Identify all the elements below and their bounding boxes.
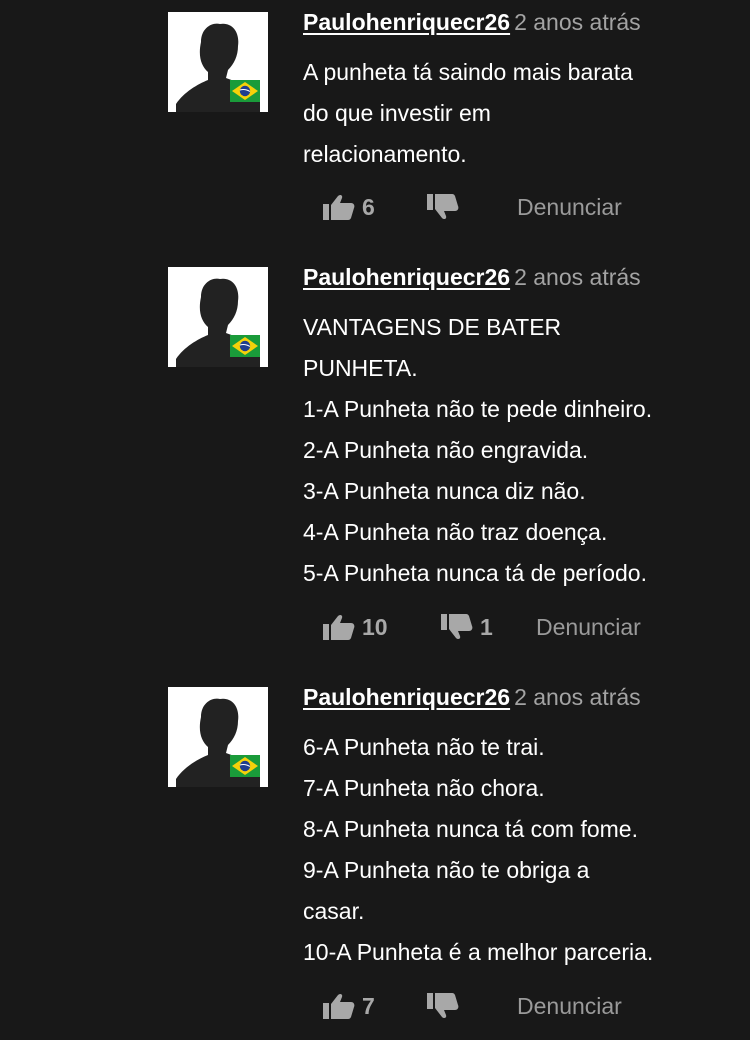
timestamp: 2 anos atrás [514, 264, 641, 290]
thumbs-down-icon [441, 614, 473, 640]
username-link[interactable]: Paulohenriquecr26 [303, 264, 510, 290]
like-count: 7 [362, 992, 375, 1019]
comment-line: 7-A Punheta não chora. [303, 775, 545, 801]
comment-line: A punheta tá saindo mais barata [303, 59, 633, 85]
like-button[interactable]: 7 [322, 991, 375, 1021]
comment-text: 6-A Punheta não te trai. 7-A Punheta não… [303, 727, 743, 973]
comment-header: Paulohenriquecr26 2 anos atrás [303, 683, 641, 711]
username-link[interactable]: Paulohenriquecr26 [303, 684, 510, 710]
like-count: 6 [362, 193, 375, 220]
dislike-count: 1 [480, 613, 493, 640]
like-button[interactable]: 10 [322, 612, 388, 642]
comment-line: relacionamento. [303, 141, 467, 167]
comment-line: 4-A Punheta não traz doença. [303, 519, 608, 545]
comment-line: 6-A Punheta não te trai. [303, 734, 545, 760]
report-button[interactable]: Denunciar [517, 991, 622, 1021]
comment-text: A punheta tá saindo mais barata do que i… [303, 52, 743, 175]
comment-line: casar. [303, 898, 365, 924]
comment-line: 10-A Punheta é a melhor parceria. [303, 939, 654, 965]
brazil-flag-icon [230, 755, 260, 777]
comment-line: PUNHETA. [303, 355, 418, 381]
brazil-flag-icon [230, 335, 260, 357]
username-link[interactable]: Paulohenriquecr26 [303, 9, 510, 35]
avatar[interactable] [168, 12, 268, 112]
dislike-button[interactable] [426, 192, 466, 222]
comment-line: VANTAGENS DE BATER [303, 314, 562, 340]
report-button[interactable]: Denunciar [517, 192, 622, 222]
timestamp: 2 anos atrás [514, 9, 641, 35]
comment-text: VANTAGENS DE BATER PUNHETA. 1-A Punheta … [303, 307, 743, 594]
thumbs-up-icon [323, 993, 355, 1019]
comment-header: Paulohenriquecr26 2 anos atrás [303, 263, 641, 291]
report-button[interactable]: Denunciar [536, 612, 641, 642]
dislike-button[interactable]: 1 [440, 612, 493, 642]
comment-line: 8-A Punheta nunca tá com fome. [303, 816, 638, 842]
avatar[interactable] [168, 267, 268, 367]
brazil-flag-icon [230, 80, 260, 102]
comment-line: 2-A Punheta não engravida. [303, 437, 589, 463]
dislike-button[interactable] [426, 991, 466, 1021]
thumbs-up-icon [323, 614, 355, 640]
comment-header: Paulohenriquecr26 2 anos atrás [303, 8, 641, 36]
comment-line: 1-A Punheta não te pede dinheiro. [303, 396, 653, 422]
like-count: 10 [362, 613, 388, 640]
avatar[interactable] [168, 687, 268, 787]
thumbs-up-icon [323, 194, 355, 220]
comment-line: 5-A Punheta nunca tá de período. [303, 560, 647, 586]
thumbs-down-icon [427, 993, 459, 1019]
comment-line: 3-A Punheta nunca diz não. [303, 478, 586, 504]
comment-line: do que investir em [303, 100, 491, 126]
like-button[interactable]: 6 [322, 192, 375, 222]
timestamp: 2 anos atrás [514, 684, 641, 710]
comment-line: 9-A Punheta não te obriga a [303, 857, 590, 883]
thumbs-down-icon [427, 194, 459, 220]
